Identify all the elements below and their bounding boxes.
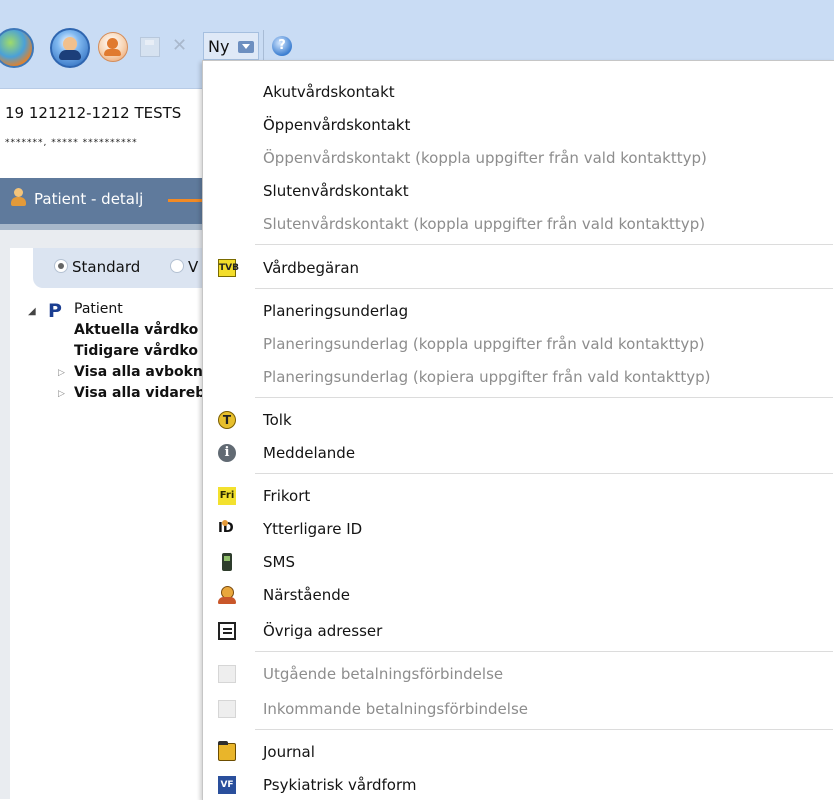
ny-button-label: Ny xyxy=(208,37,230,56)
close-icon[interactable]: ✕ xyxy=(172,34,187,58)
menu-item-label: Psykiatrisk vårdform xyxy=(263,776,417,794)
radio-standard[interactable] xyxy=(54,259,68,273)
menu-item-slutenvardskontakt[interactable]: Slutenvårdskontakt xyxy=(203,176,834,206)
patient-p-icon: P xyxy=(48,300,62,322)
menu-item-journal[interactable]: Journal xyxy=(203,737,834,767)
app-orb-icon[interactable] xyxy=(0,28,34,68)
accent-line xyxy=(168,199,204,202)
radio-second-option[interactable] xyxy=(170,259,184,273)
menu-item-ytterligare-id[interactable]: ID Ytterligare ID xyxy=(203,514,834,544)
chevron-down-icon xyxy=(238,41,254,53)
tree-collapse-arrow-icon[interactable]: ▷ xyxy=(58,389,65,399)
patient-person-icon xyxy=(10,188,26,206)
person-head-shape xyxy=(63,37,77,51)
patient-id: 19 121212-1212 TESTS xyxy=(5,104,182,122)
address-card-icon xyxy=(218,622,236,640)
tree-item[interactable]: Visa alla avbokn xyxy=(74,364,203,380)
patient-name-masked: *******, ***** ********** xyxy=(5,138,138,148)
tree-item[interactable]: Visa alla vidareb xyxy=(74,385,205,401)
payment-in-icon xyxy=(218,700,236,718)
menu-separator xyxy=(255,244,833,245)
menu-item-tolk[interactable]: T Tolk xyxy=(203,405,834,435)
tree-item[interactable]: Aktuella vårdko xyxy=(74,322,198,338)
tree-collapse-arrow-icon[interactable]: ▷ xyxy=(58,368,65,378)
menu-item-oppenvardskontakt[interactable]: Öppenvårdskontakt xyxy=(203,110,834,140)
help-icon[interactable]: ? xyxy=(272,36,292,56)
menu-item-frikort[interactable]: Fri Frikort xyxy=(203,481,834,511)
menu-item-slutenvardskontakt-koppla: Slutenvårdskontakt (koppla uppgifter frå… xyxy=(203,209,834,239)
menu-item-label: Slutenvårdskontakt xyxy=(263,182,409,200)
tree-root-patient[interactable]: Patient xyxy=(74,301,123,317)
menu-item-inkommande-betalning: Inkommande betalningsförbindelse xyxy=(203,694,834,724)
frikort-icon: Fri xyxy=(218,487,236,505)
menu-item-label: Tolk xyxy=(263,411,292,429)
menu-item-utgaende-betalning: Utgående betalningsförbindelse xyxy=(203,659,834,689)
menu-item-label: Utgående betalningsförbindelse xyxy=(263,665,504,683)
menu-item-ovriga-adresser[interactable]: Övriga adresser xyxy=(203,616,834,646)
tvb-icon: TVB xyxy=(218,259,239,277)
menu-item-meddelande[interactable]: i Meddelande xyxy=(203,438,834,468)
menu-item-vardbegaran[interactable]: TVB Vårdbegäran xyxy=(203,253,834,283)
info-icon: i xyxy=(218,444,236,462)
tolk-icon: T xyxy=(218,411,236,429)
patient-icon[interactable] xyxy=(98,32,128,62)
journal-folder-icon xyxy=(218,741,236,761)
menu-item-sms[interactable]: SMS xyxy=(203,547,834,577)
tree-item[interactable]: Tidigare vårdko xyxy=(74,343,198,359)
menu-item-planeringsunderlag[interactable]: Planeringsunderlag xyxy=(203,296,834,326)
menu-item-label: Öppenvårdskontakt (koppla uppgifter från… xyxy=(263,149,707,167)
id-icon: ID xyxy=(218,520,236,538)
menu-item-label: Planeringsunderlag xyxy=(263,302,409,320)
menu-item-label: Planeringsunderlag (koppla uppgifter frå… xyxy=(263,335,705,353)
menu-item-label: Öppenvårdskontakt xyxy=(263,116,411,134)
person-body-shape xyxy=(104,49,121,56)
menu-item-label: Närstående xyxy=(263,586,350,604)
menu-item-label: Övriga adresser xyxy=(263,622,383,640)
menu-item-label: Meddelande xyxy=(263,444,356,462)
menu-item-label: Ytterligare ID xyxy=(263,520,363,538)
relative-person-icon xyxy=(218,586,236,604)
menu-separator xyxy=(255,729,833,730)
menu-item-label: Frikort xyxy=(263,487,311,505)
menu-item-planeringsunderlag-kopiera: Planeringsunderlag (kopiera uppgifter fr… xyxy=(203,362,834,392)
mobile-phone-icon xyxy=(222,553,232,571)
menu-item-label: Slutenvårdskontakt (koppla uppgifter frå… xyxy=(263,215,706,233)
menu-item-label: SMS xyxy=(263,553,295,571)
menu-item-label: Journal xyxy=(263,743,315,761)
radio-standard-label: Standard xyxy=(72,258,141,276)
menu-separator xyxy=(255,397,833,398)
person-head-shape xyxy=(107,38,118,49)
patient-search-icon[interactable] xyxy=(50,28,90,68)
save-icon[interactable] xyxy=(140,37,160,57)
menu-item-akutvardskontakt[interactable]: Akutvårdskontakt xyxy=(203,77,834,107)
vf-icon: VF xyxy=(218,776,236,794)
menu-separator xyxy=(255,473,833,474)
menu-item-oppenvardskontakt-koppla: Öppenvårdskontakt (koppla uppgifter från… xyxy=(203,143,834,173)
person-body-shape xyxy=(59,50,81,60)
menu-separator xyxy=(255,288,833,289)
ny-dropdown-menu: Akutvårdskontakt Öppenvårdskontakt Öppen… xyxy=(202,60,834,800)
menu-item-narstaende[interactable]: Närstående xyxy=(203,580,834,610)
radio-second-label: V xyxy=(188,258,199,276)
ny-dropdown-button[interactable]: Ny xyxy=(203,32,259,60)
payment-out-icon xyxy=(218,665,236,683)
menu-item-psykiatrisk-vardform[interactable]: VF Psykiatrisk vårdform xyxy=(203,770,834,800)
menu-item-planeringsunderlag-koppla: Planeringsunderlag (koppla uppgifter frå… xyxy=(203,329,834,359)
menu-item-label: Inkommande betalningsförbindelse xyxy=(263,700,528,718)
tree-expand-arrow-icon[interactable]: ◢ xyxy=(28,306,36,317)
menu-item-label: Planeringsunderlag (kopiera uppgifter fr… xyxy=(263,368,711,386)
patient-detail-title: Patient - detalj xyxy=(34,190,144,208)
patient-detail-header[interactable]: Patient - detalj xyxy=(0,178,210,230)
menu-item-label: Akutvårdskontakt xyxy=(263,83,395,101)
menu-separator xyxy=(255,651,833,652)
toolbar-separator xyxy=(263,30,264,60)
menu-item-label: Vårdbegäran xyxy=(263,259,360,277)
